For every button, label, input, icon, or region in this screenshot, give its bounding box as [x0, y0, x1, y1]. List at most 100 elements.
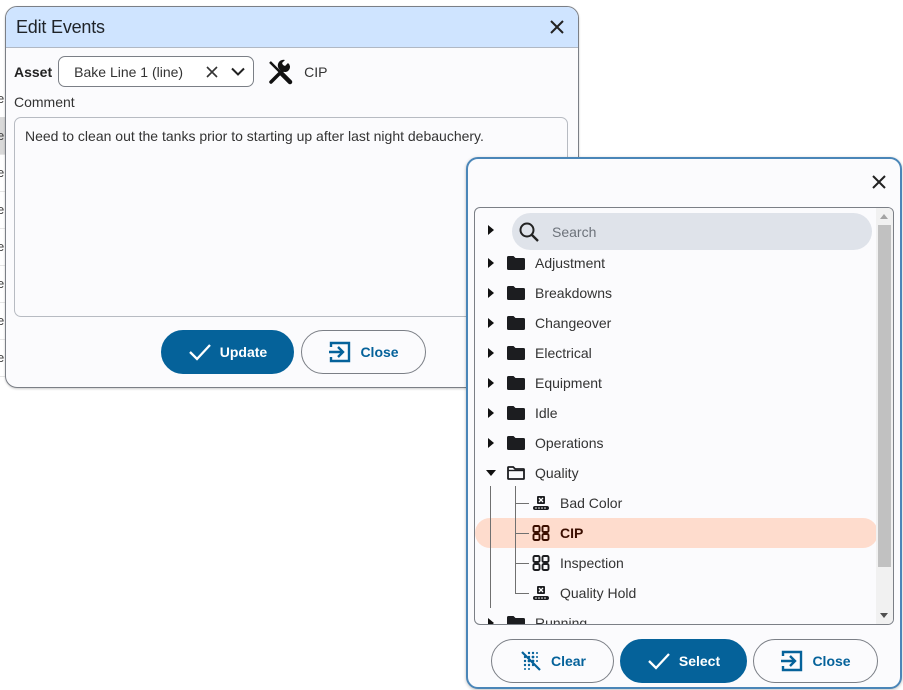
clear-icon — [206, 65, 218, 78]
expand-toggle[interactable] — [484, 466, 498, 480]
tree-leaf-quality-hold[interactable]: Quality Hold — [475, 578, 875, 608]
tree-node-label: Breakdowns — [535, 285, 613, 301]
asset-value: Bake Line 1 (line) — [74, 63, 184, 80]
chevron-down-icon — [231, 67, 245, 76]
tree-node-label: Idle — [535, 405, 558, 421]
picker-footer: Clear Select Close — [491, 639, 878, 683]
tree-node-label: Electrical — [535, 345, 592, 361]
exit-icon — [329, 341, 351, 363]
caret-right-icon — [488, 348, 494, 358]
asset-label: Asset — [14, 63, 53, 80]
expand-toggle[interactable] — [484, 406, 498, 420]
tree-guide-line — [490, 486, 491, 608]
tree-node-running[interactable]: Running — [475, 608, 875, 625]
tree-leaf-label: Bad Color — [560, 495, 623, 511]
tools-icon — [269, 59, 293, 84]
asset-row: Asset Bake Line 1 (line) CIP — [14, 56, 327, 87]
tree-node-electrical[interactable]: Electrical — [475, 338, 875, 368]
event-picker-button[interactable] — [266, 58, 294, 86]
close-dialog-button[interactable] — [546, 16, 568, 38]
close-icon — [872, 175, 886, 189]
exit-icon — [781, 650, 803, 672]
dialog-header: Edit Events — [6, 7, 578, 48]
tree-node-label: Running — [535, 615, 588, 625]
folder-open-icon — [507, 466, 525, 480]
expand-toggle[interactable] — [484, 436, 498, 450]
update-button[interactable]: Update — [161, 330, 294, 374]
picker-close-label: Close — [812, 653, 851, 669]
expand-toggle[interactable] — [484, 376, 498, 390]
tree-leaf-inspection[interactable]: Inspection — [475, 548, 875, 578]
tree-leaf-cip[interactable]: CIP — [475, 518, 878, 548]
tree-connector — [515, 593, 529, 594]
tree-leaf-bad-color[interactable]: Bad Color — [475, 488, 875, 518]
clear-asset-button[interactable] — [201, 65, 223, 78]
expand-toggle[interactable] — [484, 346, 498, 360]
expand-toggle[interactable] — [484, 286, 498, 300]
tree-node-idle[interactable]: Idle — [475, 398, 875, 428]
clear-filter-icon — [521, 651, 541, 671]
folder-icon — [507, 316, 525, 330]
asset-select[interactable]: Bake Line 1 (line) — [58, 56, 255, 87]
caret-right-icon — [488, 378, 494, 388]
conveyor-stop-icon — [533, 496, 549, 510]
scroll-up-arrow[interactable] — [880, 214, 888, 219]
caret-right-icon — [488, 318, 494, 328]
caret-right-icon — [488, 618, 494, 624]
tree-node-changeover[interactable]: Changeover — [475, 308, 875, 338]
close-button[interactable]: Close — [301, 330, 426, 374]
asset-dropdown-toggle[interactable] — [223, 67, 253, 76]
clear-button[interactable]: Clear — [491, 639, 614, 683]
folder-icon — [507, 346, 525, 360]
event-label: CIP — [304, 63, 328, 80]
expand-all-toggle[interactable] — [484, 223, 498, 237]
tree-leaf-label: Quality Hold — [560, 585, 637, 601]
expand-toggle[interactable] — [484, 256, 498, 270]
tree-connector — [515, 486, 516, 593]
check-icon — [188, 344, 211, 361]
tree-connector — [515, 533, 529, 534]
tree-node-label: Operations — [535, 435, 604, 451]
clear-label: Clear — [550, 653, 587, 669]
tree-scrollbar[interactable] — [876, 208, 893, 624]
search-input[interactable] — [550, 222, 834, 241]
tree-node-label: Equipment — [535, 375, 602, 391]
folder-icon — [507, 406, 525, 420]
folder-icon — [507, 616, 525, 624]
event-picker-dialog: Adjustment Breakdowns Changeover Electrical… — [466, 157, 902, 689]
tree-node-equipment[interactable]: Equipment — [475, 368, 875, 398]
search-row — [475, 211, 875, 250]
tree-leaf-label: Inspection — [560, 555, 624, 571]
tree-node-operations[interactable]: Operations — [475, 428, 875, 458]
folder-icon — [507, 256, 525, 270]
caret-right-icon — [488, 438, 494, 448]
tree-node-adjustment[interactable]: Adjustment — [475, 248, 875, 278]
conveyor-stop-icon — [533, 586, 549, 600]
scroll-down-arrow[interactable] — [880, 613, 888, 618]
caret-right-icon — [488, 288, 494, 298]
caret-right-icon — [488, 408, 494, 418]
grid-icon — [532, 555, 550, 571]
picker-close-button[interactable]: Close — [753, 639, 878, 683]
tree-node-quality[interactable]: Quality — [475, 458, 875, 488]
select-button[interactable]: Select — [620, 639, 747, 683]
expand-toggle[interactable] — [484, 316, 498, 330]
folder-icon — [507, 376, 525, 390]
tree-connector — [515, 503, 529, 504]
tree-node-label: Adjustment — [535, 255, 606, 271]
search-icon — [519, 222, 539, 242]
expand-toggle[interactable] — [484, 616, 498, 624]
scroll-thumb[interactable] — [878, 225, 891, 567]
caret-right-icon — [488, 225, 494, 235]
close-icon — [550, 20, 564, 34]
select-label: Select — [678, 653, 721, 669]
folder-icon — [507, 436, 525, 450]
tree-leaf-label: CIP — [560, 525, 584, 541]
search-field[interactable] — [512, 213, 872, 250]
caret-down-icon — [486, 470, 496, 476]
event-tree: Adjustment Breakdowns Changeover Electrical… — [474, 207, 894, 625]
close-picker-button[interactable] — [868, 171, 890, 193]
tree-node-breakdowns[interactable]: Breakdowns — [475, 278, 875, 308]
tree-node-label: Changeover — [535, 315, 612, 331]
folder-icon — [507, 286, 525, 300]
